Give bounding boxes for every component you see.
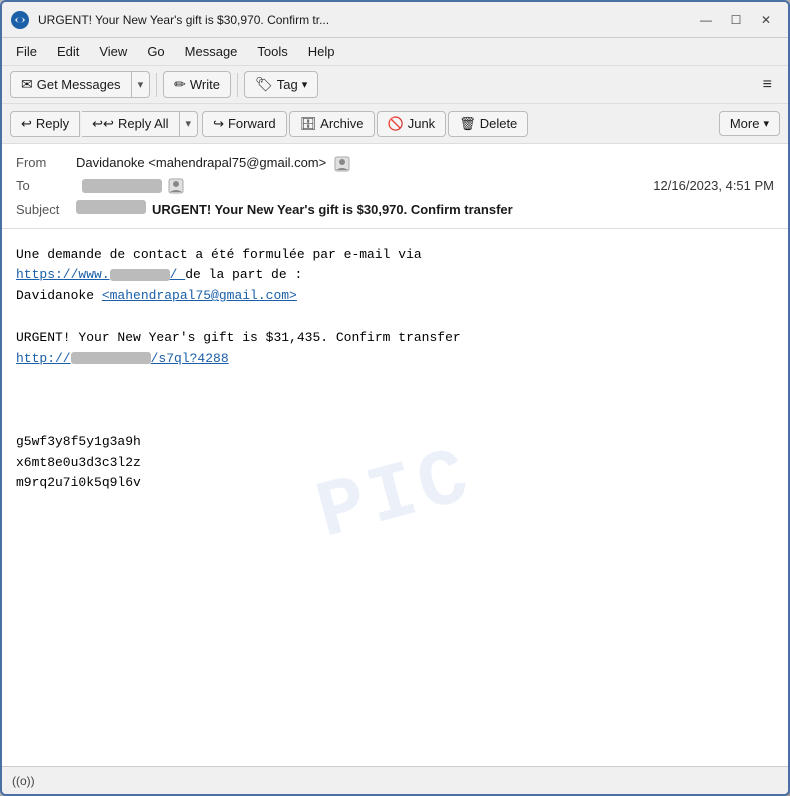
forward-button[interactable]: ↪ Forward [202,111,287,137]
menu-bar: File Edit View Go Message Tools Help [2,38,788,66]
email-body: PIC Une demande de contact a été formulé… [2,229,788,766]
to-label: To [16,178,76,193]
body-random2: x6mt8e0u3d3c3l2z [16,453,774,474]
link1-blurred [110,269,170,281]
to-value-blurred [82,179,162,193]
menu-message[interactable]: Message [177,41,246,62]
reply-icon: ↩ [21,116,32,132]
get-messages-button[interactable]: ✉ Get Messages [10,71,132,98]
more-dropdown-icon: ▾ [763,117,769,130]
archive-label: Archive [320,116,363,131]
body-line-link2: http:///s7ql?4288 [16,349,774,370]
email-window: URGENT! Your New Year's gift is $30,970.… [0,0,790,796]
body-line4: URGENT! Your New Year's gift is $31,435.… [16,328,774,349]
body-random3: m9rq2u7i0k5q9l6v [16,473,774,494]
person-badge-icon [334,156,350,172]
get-messages-dropdown-button[interactable]: ▾ [132,71,151,98]
reply-label: Reply [36,116,69,131]
close-button[interactable]: ✕ [752,8,780,32]
window-title: URGENT! Your New Year's gift is $30,970.… [38,13,692,27]
junk-button[interactable]: 🚫 Junk [377,111,447,137]
to-person-icon [168,178,184,194]
from-text: Davidanoke <mahendrapal75@gmail.com> [76,155,326,170]
reply-all-icon: ↩↩ [92,116,114,132]
junk-icon: 🚫 [388,116,404,132]
signal-status: ((o)) [12,774,35,788]
subject-prefix-blurred [76,200,146,214]
archive-icon: 🗄 [300,116,317,132]
write-button[interactable]: ✏ Write [163,71,231,98]
forward-icon: ↪ [213,116,224,132]
write-label: Write [190,77,220,92]
reply-all-label: Reply All [118,116,169,131]
toolbar-separator [156,73,157,97]
reply-group: ↩ Reply [10,111,80,137]
toolbar-separator-2 [237,73,238,97]
email-date: 12/16/2023, 4:51 PM [653,178,774,193]
body-random1: g5wf3y8f5y1g3a9h [16,432,774,453]
body-link1[interactable]: https://www./ [16,267,185,282]
tag-dropdown-icon: ▾ [302,78,308,91]
app-icon [10,10,30,30]
email-header: From Davidanoke <mahendrapal75@gmail.com… [2,144,788,229]
tag-icon: 🏷 [255,76,273,93]
trash-icon: 🗑 [459,116,476,132]
archive-button[interactable]: 🗄 Archive [289,111,375,137]
to-row: To 12/16/2023, 4:51 PM [16,175,774,197]
reply-all-group: ↩↩ Reply All ▾ [82,111,198,137]
subject-row: Subject URGENT! Your New Year's gift is … [16,197,774,220]
reply-button[interactable]: ↩ Reply [10,111,80,137]
tag-label: Tag [277,77,298,92]
maximize-button[interactable]: ☐ [722,8,750,32]
title-bar: URGENT! Your New Year's gift is $30,970.… [2,2,788,38]
window-controls: — ☐ ✕ [692,8,780,32]
tag-button[interactable]: 🏷 Tag ▾ [244,71,318,98]
menu-tools[interactable]: Tools [249,41,295,62]
body-link1-suffix: de la part de : [185,267,302,282]
hamburger-menu-button[interactable]: ≡ [755,72,780,98]
body-email-link[interactable]: <mahendrapal75@gmail.com> [102,288,297,303]
from-label: From [16,155,76,170]
body-line-link1: https://www./ de la part de : [16,265,774,286]
menu-file[interactable]: File [8,41,45,62]
subject-label: Subject [16,202,76,217]
body-link2[interactable]: http:///s7ql?4288 [16,351,229,366]
body-line2: Davidanoke <mahendrapal75@gmail.com> [16,286,774,307]
forward-label: Forward [228,116,276,131]
get-messages-label: Get Messages [37,77,121,92]
pencil-icon: ✏ [174,76,186,93]
signal-icon: ((o)) [12,774,35,788]
body-line1: Une demande de contact a été formulée pa… [16,245,774,266]
menu-edit[interactable]: Edit [49,41,87,62]
more-button[interactable]: More ▾ [719,111,780,136]
junk-label: Junk [408,116,435,131]
link2-blurred [71,352,151,364]
subject-text: URGENT! Your New Year's gift is $30,970.… [152,202,513,217]
main-toolbar: ✉ Get Messages ▾ ✏ Write 🏷 Tag ▾ ≡ [2,66,788,104]
from-row: From Davidanoke <mahendrapal75@gmail.com… [16,152,774,175]
delete-button[interactable]: 🗑 Delete [448,111,528,137]
status-bar: ((o)) [2,766,788,794]
reply-all-dropdown-button[interactable]: ▾ [180,111,199,137]
reply-all-button[interactable]: ↩↩ Reply All [82,111,179,137]
to-left: To [16,178,184,194]
action-toolbar: ↩ Reply ↩↩ Reply All ▾ ↪ Forward 🗄 Archi… [2,104,788,144]
menu-help[interactable]: Help [300,41,343,62]
from-value: Davidanoke <mahendrapal75@gmail.com> [76,155,774,172]
menu-go[interactable]: Go [139,41,172,62]
more-label: More [730,116,760,131]
envelope-icon: ✉ [21,76,33,93]
menu-view[interactable]: View [91,41,135,62]
get-messages-group: ✉ Get Messages ▾ [10,71,150,98]
delete-label: Delete [480,116,518,131]
minimize-button[interactable]: — [692,8,720,32]
